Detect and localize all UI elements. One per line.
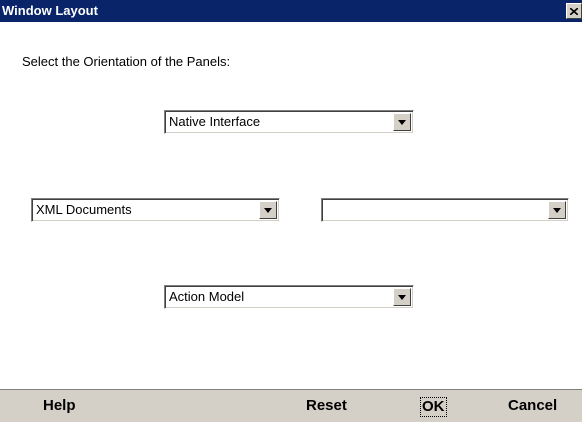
top-panel-dropdown-button[interactable]	[393, 113, 411, 131]
help-button[interactable]: Help	[43, 396, 76, 416]
close-icon	[570, 7, 578, 15]
window-title: Window Layout	[2, 3, 98, 18]
bottom-panel-dropdown-button[interactable]	[393, 288, 411, 306]
chevron-down-icon	[264, 207, 272, 213]
top-panel-value: Native Interface	[169, 114, 261, 129]
chevron-down-icon	[553, 207, 561, 213]
title-bar[interactable]: Window Layout	[0, 0, 582, 22]
chevron-down-icon	[398, 119, 406, 125]
left-panel-value: XML Documents	[36, 202, 132, 217]
bottom-panel-value: Action Model	[169, 289, 245, 304]
ok-button[interactable]: OK	[420, 397, 447, 417]
window-layout-dialog: Window Layout Select the Orientation of …	[0, 0, 582, 422]
left-panel-dropdown-button[interactable]	[259, 201, 277, 219]
bottom-panel-select[interactable]: Action Model	[164, 285, 414, 309]
cancel-button[interactable]: Cancel	[508, 396, 557, 416]
reset-button[interactable]: Reset	[306, 396, 347, 416]
left-panel-select[interactable]: XML Documents	[31, 198, 280, 222]
orientation-prompt: Select the Orientation of the Panels:	[22, 54, 231, 69]
close-button[interactable]	[566, 3, 582, 19]
button-bar: Help Reset OK Cancel	[0, 389, 582, 422]
right-panel-dropdown-button[interactable]	[548, 201, 566, 219]
chevron-down-icon	[398, 294, 406, 300]
top-panel-select[interactable]: Native Interface	[164, 110, 414, 134]
right-panel-select[interactable]	[321, 198, 569, 222]
